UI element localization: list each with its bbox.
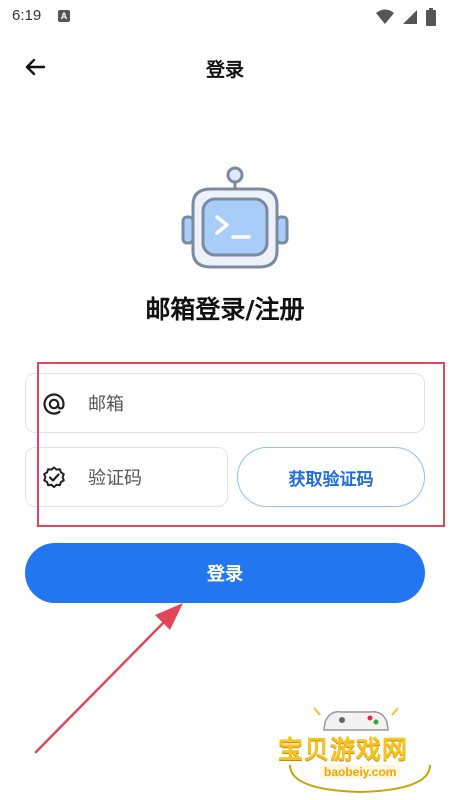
status-bar: 6:19 A <box>0 0 450 32</box>
get-code-button[interactable]: 获取验证码 <box>237 447 425 507</box>
watermark-logo: 宝贝游戏网 baobeiy.com <box>270 700 445 795</box>
login-button[interactable]: 登录 <box>25 543 425 603</box>
login-heading: 邮箱登录/注册 <box>145 295 305 324</box>
battery-icon <box>426 8 436 26</box>
status-icons <box>376 8 436 26</box>
verification-code-field[interactable] <box>25 447 228 507</box>
verification-code-input[interactable] <box>88 458 218 498</box>
notification-icon: A <box>58 10 70 22</box>
watermark-text: 宝贝游戏网 <box>278 735 409 764</box>
page-title: 登录 <box>205 59 244 81</box>
wifi-icon <box>376 9 394 24</box>
email-input[interactable] <box>88 384 408 424</box>
badge-check-icon <box>43 466 65 488</box>
signal-icon <box>403 10 417 24</box>
at-icon <box>43 393 65 415</box>
robot-terminal-icon <box>181 166 289 269</box>
status-time: 6:19 <box>12 7 42 24</box>
email-field[interactable] <box>25 373 425 433</box>
watermark-domain: baobeiy.com <box>320 765 401 779</box>
